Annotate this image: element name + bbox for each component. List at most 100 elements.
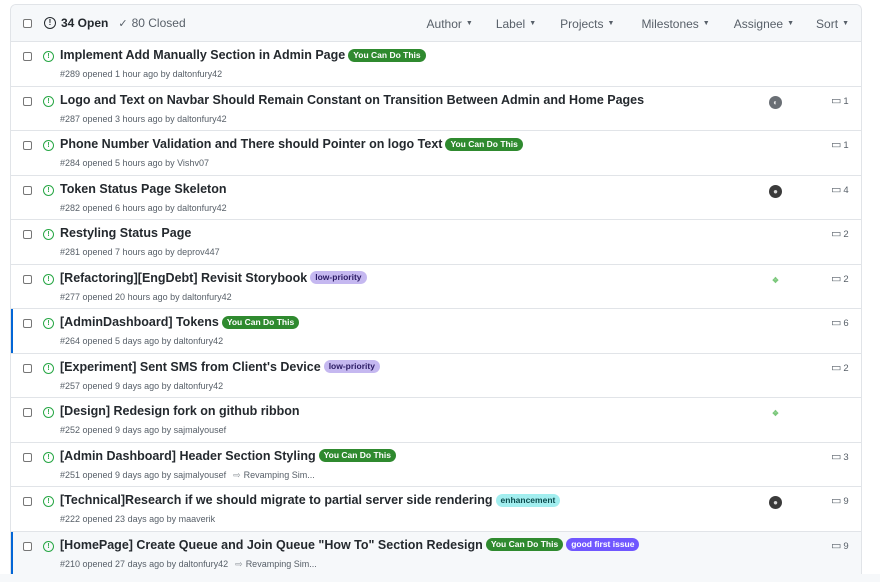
issue-title-line: Logo and Text on Navbar Should Remain Co… — [60, 93, 644, 107]
issue-title-link[interactable]: [Admin Dashboard] Header Section Styling — [60, 449, 316, 463]
author-filter[interactable]: Author ▼ — [427, 17, 473, 31]
comment-count-link[interactable]: ▭ 4 — [831, 184, 849, 196]
select-all-checkbox[interactable] — [23, 18, 32, 28]
issue-title-link[interactable]: [HomePage] Create Queue and Join Queue "… — [60, 538, 483, 552]
issue-label[interactable]: enhancement — [495, 493, 561, 507]
issue-checkbox[interactable] — [23, 52, 32, 61]
comment-icon: ▭ — [831, 317, 842, 329]
issue-milestone[interactable]: ⇨ Revamping Sim... — [233, 470, 315, 481]
open-issues-toggle[interactable]: ! 34 Open — [44, 16, 108, 30]
issue-milestone[interactable]: ⇨ Revamping Sim... — [235, 559, 317, 570]
issue-meta-text: #252 opened 9 days ago by sajmalyousef — [60, 425, 227, 435]
issue-opened-icon: ! — [43, 451, 54, 463]
issue-checkbox[interactable] — [23, 274, 32, 284]
comment-count-link[interactable]: ▭ 9 — [831, 496, 849, 508]
issue-label[interactable]: low-priority — [323, 360, 380, 373]
issue-meta-text: #289 opened 1 hour ago by daltonfury42 — [60, 69, 223, 79]
issue-meta: #251 opened 9 days ago by sajmalyousef ⇨ R… — [60, 470, 315, 481]
issue-opened-icon: ! — [43, 95, 54, 107]
assignee-avatar[interactable]: ● — [769, 496, 782, 509]
assignee-avatar[interactable]: ● — [769, 184, 782, 198]
issue-label[interactable]: low-priority — [310, 271, 367, 284]
issue-row[interactable]: ! [Technical]Research if we should migrat… — [11, 487, 861, 532]
comment-count-link[interactable]: ▭ 2 — [831, 273, 849, 285]
issue-row[interactable]: ! Restyling Status Page #281 opened 7 hour… — [11, 220, 861, 265]
closed-issues-toggle[interactable]: ✓ 80 Closed — [118, 16, 185, 30]
issue-row[interactable]: ! [Experiment] Sent SMS from Client's Dev… — [11, 353, 861, 398]
issues-list: ! 34 Open ✓ 80 Closed Author ▼ Label ▼ Pro… — [10, 4, 862, 582]
issue-row[interactable]: ! [Admin Dashboard] Header Section Stylin… — [11, 442, 861, 487]
issue-row[interactable]: ! [HomePage] Create Queue and Join Queue … — [11, 531, 861, 576]
issue-meta-text: #251 opened 9 days ago by sajmalyousef — [60, 470, 227, 480]
label-filter[interactable]: Label ▼ — [496, 17, 536, 31]
issue-row[interactable]: ! [AdminDashboard] Tokens You Can Do This #… — [11, 309, 861, 354]
milestones-filter[interactable]: Milestones ▼ — [641, 17, 709, 31]
issue-opened-icon: ! — [43, 496, 54, 507]
assignee-filter[interactable]: Assignee ▼ — [734, 17, 794, 31]
comment-icon: ▭ — [831, 139, 842, 151]
issue-row[interactable]: ! Token Status Page Skeleton #282 opened 6… — [11, 175, 861, 220]
issue-title-link[interactable]: Token Status Page Skeleton — [60, 182, 226, 196]
comment-count-link[interactable]: ▭ 2 — [831, 229, 849, 241]
assignee-avatar[interactable]: ❖ — [769, 407, 782, 420]
issue-row[interactable]: ! Phone Number Validation and There shoul… — [11, 131, 861, 176]
issue-title-link[interactable]: Implement Add Manually Section in Admin … — [60, 48, 345, 62]
comment-count-link[interactable]: ▭ 6 — [831, 317, 849, 330]
issue-checkbox[interactable] — [23, 230, 32, 239]
issues-list-header: ! 34 Open ✓ 80 Closed Author ▼ Label ▼ Pro… — [11, 5, 861, 42]
issue-meta: #210 opened 27 days ago by daltonfury42 ⇨… — [60, 559, 317, 570]
issue-checkbox[interactable] — [23, 185, 32, 195]
issue-title-line: [Refactoring][EngDebt] Revisit Storybook… — [60, 271, 367, 285]
issue-meta: #257 opened 9 days ago by daltonfury42 — [60, 381, 223, 391]
issue-checkbox[interactable] — [23, 541, 32, 551]
comment-count-link[interactable]: ▭ 2 — [831, 362, 849, 374]
issue-meta-text: #222 opened 23 days ago by maaverik — [60, 514, 216, 524]
issue-checkbox[interactable] — [23, 363, 32, 373]
issue-row[interactable]: ! [Refactoring][EngDebt] Revisit Storyboo… — [11, 264, 861, 309]
issue-label[interactable]: You Can Do This — [221, 315, 300, 329]
issue-opened-icon: ! — [43, 362, 54, 374]
assignee-avatar[interactable]: ◐ — [769, 95, 782, 109]
issue-opened-icon: ! — [43, 407, 54, 418]
issue-checkbox[interactable] — [23, 96, 32, 106]
issue-row[interactable]: ! [Design] Redesign fork on github ribbon… — [11, 398, 861, 443]
sort-filter[interactable]: Sort ▼ — [816, 17, 849, 31]
comment-count-link[interactable]: ▭ 1 — [831, 94, 849, 107]
comment-count-link[interactable]: ▭ 9 — [831, 540, 849, 552]
issue-checkbox[interactable] — [23, 408, 32, 417]
issue-label[interactable]: good first issue — [566, 538, 640, 551]
issue-title-link[interactable]: Phone Number Validation and There should… — [60, 137, 442, 151]
issue-meta: #277 opened 20 hours ago by daltonfury42 — [60, 292, 232, 302]
issue-title-line: [Technical]Research if we should migrate… — [60, 493, 561, 507]
comment-count-link[interactable]: ▭ 1 — [831, 139, 849, 152]
issue-row[interactable]: ! Logo and Text on Navbar Should Remain C… — [11, 86, 861, 131]
projects-filter[interactable]: Projects ▼ — [560, 17, 614, 31]
issue-row[interactable]: ! Implement Add Manually Section in Admin… — [11, 42, 861, 87]
issue-label[interactable]: You Can Do This — [318, 449, 396, 462]
issue-title-link[interactable]: [Experiment] Sent SMS from Client's Devi… — [60, 360, 321, 374]
assignee-avatar[interactable]: ❖ — [769, 273, 782, 287]
issue-label[interactable]: You Can Do This — [485, 538, 564, 551]
issue-checkbox[interactable] — [23, 319, 32, 328]
issue-title-link[interactable]: [AdminDashboard] Tokens — [60, 315, 219, 329]
caret-down-icon: ▼ — [529, 20, 537, 27]
issue-checkbox[interactable] — [23, 497, 32, 506]
issue-meta-text: #257 opened 9 days ago by daltonfury42 — [60, 380, 224, 391]
issue-title-link[interactable]: [Technical]Research if we should migrate… — [60, 493, 493, 507]
issue-opened-icon: ! — [43, 318, 54, 329]
filter-bar: Author ▼ Label ▼ Projects ▼ Milestones ▼ Ass… — [427, 5, 861, 42]
comment-count-link[interactable]: ▭ 3 — [831, 451, 849, 463]
issue-title-line: Implement Add Manually Section in Admin … — [60, 48, 426, 62]
issue-title-line: [AdminDashboard] Tokens You Can Do This — [60, 315, 300, 329]
comment-icon: ▭ — [831, 94, 842, 107]
issue-title-link[interactable]: Logo and Text on Navbar Should Remain Co… — [60, 93, 644, 107]
issue-meta: #282 opened 6 hours ago by daltonfury42 — [60, 203, 227, 213]
issue-checkbox[interactable] — [23, 141, 32, 150]
issue-title-link[interactable]: [Design] Redesign fork on github ribbon — [60, 404, 300, 418]
issue-title-line: Phone Number Validation and There should… — [60, 137, 523, 151]
issue-checkbox[interactable] — [23, 452, 32, 462]
issue-title-link[interactable]: Restyling Status Page — [60, 226, 191, 240]
issue-label[interactable]: You Can Do This — [445, 137, 523, 151]
issue-label[interactable]: You Can Do This — [348, 48, 426, 62]
issue-title-link[interactable]: [Refactoring][EngDebt] Revisit Storybook — [60, 271, 307, 285]
